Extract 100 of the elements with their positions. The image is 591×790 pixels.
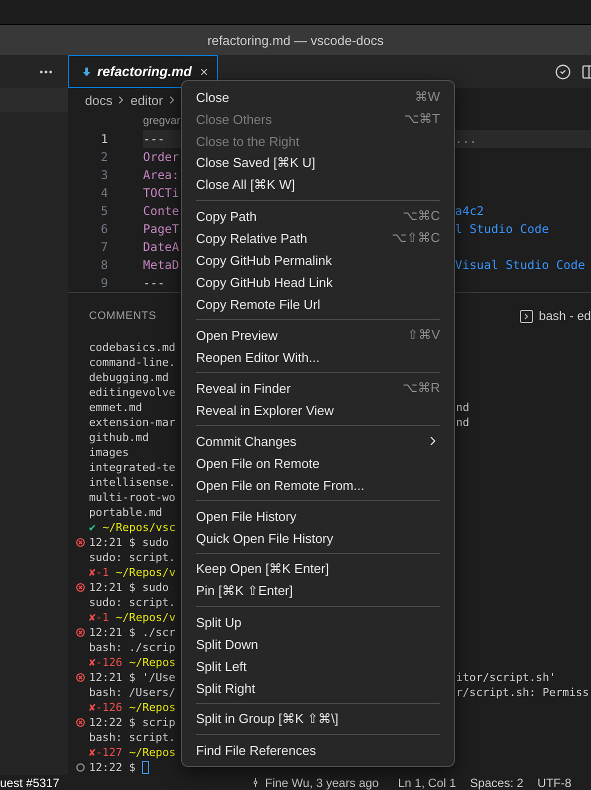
menu-item[interactable]: Open Preview ⇧⌘V bbox=[182, 324, 454, 346]
terminal-text: 12:21 $ '/Use bbox=[89, 671, 176, 684]
menu-item[interactable]: Split Right bbox=[182, 677, 454, 699]
menu-item[interactable]: Find File References bbox=[182, 739, 454, 761]
menu-item[interactable]: Split Up bbox=[182, 611, 454, 633]
menu-item[interactable]: Keep Open [⌘K Enter] bbox=[182, 558, 454, 580]
exit-code: ✘-126 bbox=[89, 701, 122, 714]
line-number: 2 bbox=[100, 150, 108, 164]
code-text: Conte bbox=[143, 204, 180, 218]
arrow-down-icon bbox=[83, 66, 90, 78]
terminal-text: command-line. bbox=[89, 356, 176, 369]
window-title: refactoring.md — vscode-docs bbox=[207, 32, 384, 48]
terminal-text: github.md bbox=[89, 431, 149, 444]
terminal-cursor bbox=[142, 761, 150, 774]
code-text: --- bbox=[143, 276, 165, 290]
terminal-text: 12:22 $ scrip bbox=[89, 716, 176, 729]
line-number: 3 bbox=[100, 168, 108, 182]
status-item[interactable]: Ln 1, Col 1 bbox=[398, 776, 456, 790]
exit-code: ✘-1 bbox=[89, 566, 109, 579]
terminal-text: sudo: script. bbox=[89, 551, 176, 564]
code-text: Order bbox=[143, 150, 180, 164]
prompt-path: ~/Repos/v bbox=[116, 566, 176, 579]
check-mark: ✔ bbox=[89, 521, 96, 534]
terminal-text: 12:21 $ ./scr bbox=[89, 626, 176, 639]
menu-item[interactable]: Commit Changes bbox=[182, 430, 454, 452]
line-number: 8 bbox=[100, 258, 108, 272]
code-text: ... bbox=[455, 132, 477, 146]
menu-item[interactable]: Quick Open File History bbox=[182, 527, 454, 549]
editor-tab[interactable]: refactoring.md bbox=[68, 55, 218, 88]
line-number: 7 bbox=[100, 240, 108, 254]
line-number: 4 bbox=[100, 186, 108, 200]
terminal-text: itor/script.sh' bbox=[456, 671, 556, 684]
terminal-text: debugging.md bbox=[89, 371, 169, 384]
exit-code: ✘-1 bbox=[89, 611, 109, 624]
prompt-path: ~/Repos/vsc bbox=[102, 521, 176, 534]
menu-item[interactable]: Copy GitHub Head Link bbox=[182, 271, 454, 293]
menu-item[interactable]: Split Left bbox=[182, 655, 454, 677]
menu-item[interactable]: Open File History bbox=[182, 505, 454, 527]
status-item[interactable]: Spaces: 2 bbox=[470, 776, 524, 790]
terminal-text: 12:22 $ bbox=[89, 761, 136, 774]
terminal-text: nd bbox=[456, 401, 470, 414]
line-number: 5 bbox=[100, 204, 108, 218]
blame-text[interactable]: Fine Wu, 3 years ago bbox=[265, 776, 379, 790]
terminal-name[interactable]: bash - ed bbox=[538, 309, 591, 323]
exit-code: ✘-127 bbox=[89, 746, 122, 759]
menu-item[interactable]: Reopen Editor With... bbox=[182, 346, 454, 368]
terminal-text: bash: ./scrip bbox=[89, 641, 176, 654]
menu-item[interactable]: Copy Remote File Url bbox=[182, 293, 454, 315]
code-text: PageT bbox=[143, 222, 180, 236]
line-number: 9 bbox=[100, 276, 108, 290]
menu-item[interactable]: Open File on Remote From... bbox=[182, 474, 454, 496]
menu-item[interactable]: Close ⌘W bbox=[182, 86, 454, 108]
terminal-text: sudo: script. bbox=[89, 596, 176, 609]
code-text: DateA bbox=[143, 240, 180, 254]
menu-item[interactable]: Close Saved [⌘K U] bbox=[182, 152, 454, 174]
terminal-text: multi-root-wo bbox=[89, 491, 176, 504]
exit-code: ✘-126 bbox=[89, 656, 122, 669]
terminal-text: bash: /Users/ bbox=[89, 686, 176, 699]
breadcrumb[interactable]: docs bbox=[85, 92, 112, 108]
code-text: Visual Studio Code bbox=[455, 258, 586, 272]
menu-item[interactable]: Split in Group [⌘K ⇧⌘\] bbox=[182, 708, 454, 730]
prompt-path: ~/Repos bbox=[129, 656, 176, 669]
breadcrumb[interactable]: editor bbox=[130, 92, 163, 108]
prompt-path: ~/Repos bbox=[129, 746, 176, 759]
menu-item[interactable]: Copy GitHub Permalink bbox=[182, 249, 454, 271]
code-text: TOCTi bbox=[143, 186, 180, 200]
terminal-text: nd bbox=[456, 416, 470, 429]
terminal-text: codebasics.md bbox=[89, 341, 176, 354]
code-text: Area: bbox=[143, 168, 180, 182]
code-text: MetaD bbox=[143, 258, 180, 272]
status-item[interactable]: uest #5317 bbox=[0, 776, 250, 790]
menu-item[interactable]: Open File on Remote bbox=[182, 452, 454, 474]
terminal-text: images bbox=[89, 446, 129, 459]
panel-tab[interactable]: COMMENTS bbox=[89, 310, 156, 322]
terminal-text: intellisense. bbox=[89, 476, 176, 489]
terminal-text: editingevolve bbox=[89, 386, 176, 399]
terminal-text: extension-mar bbox=[89, 416, 176, 429]
status-item[interactable]: UTF-8 bbox=[537, 776, 572, 790]
terminal-text: bash: script. bbox=[89, 731, 176, 744]
check-circle-icon[interactable] bbox=[555, 64, 571, 80]
menu-item[interactable]: Reveal in Explorer View bbox=[182, 399, 454, 421]
terminal-text: portable.md bbox=[89, 506, 162, 519]
menu-item[interactable]: Reveal in Finder ⌥⌘R bbox=[182, 377, 454, 399]
code-text: a4c2 bbox=[455, 204, 484, 218]
line-number: 6 bbox=[100, 222, 108, 236]
codelens-text[interactable]: gregvar bbox=[143, 115, 180, 127]
code-text: --- bbox=[143, 132, 165, 146]
prompt-path: ~/Repos bbox=[129, 701, 176, 714]
menu-item[interactable]: Copy Relative Path ⌥⇧⌘C bbox=[182, 227, 454, 249]
menu-item[interactable]: Pin [⌘K ⇧Enter] bbox=[182, 580, 454, 602]
menu-item[interactable]: Copy Path ⌥⌘C bbox=[182, 205, 454, 227]
code-text: l Studio Code bbox=[455, 222, 549, 236]
terminal-text: 12:21 $ sudo bbox=[89, 581, 169, 594]
menu-item[interactable]: Close All [⌘K W] bbox=[182, 174, 454, 196]
terminal-text: emmet.md bbox=[89, 401, 142, 414]
menu-item[interactable]: Split Down bbox=[182, 633, 454, 655]
terminal-text: r/script.sh: Permiss bbox=[456, 686, 590, 699]
prompt-path: ~/Repos/v bbox=[116, 611, 176, 624]
line-number: 1 bbox=[100, 132, 108, 146]
terminal-text: 12:21 $ sudo bbox=[89, 536, 169, 549]
